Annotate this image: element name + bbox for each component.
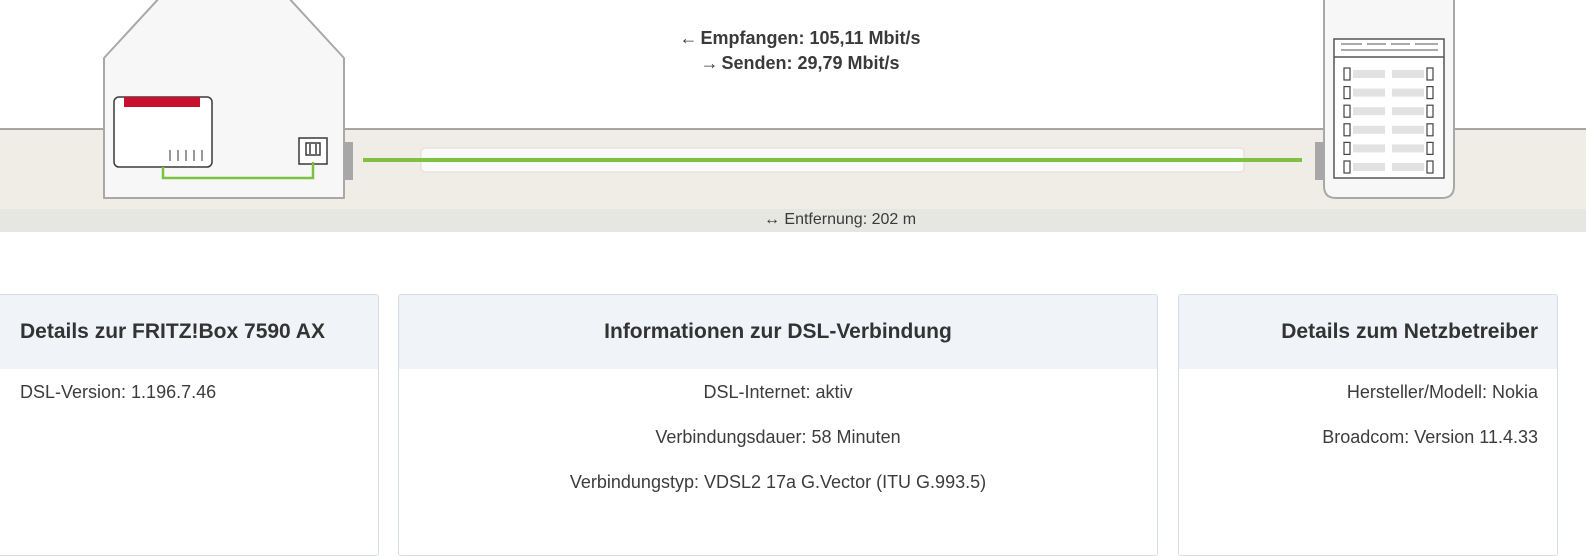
dslam-slot bbox=[1392, 163, 1424, 171]
dslam-cabinet-icon bbox=[1323, 0, 1455, 199]
dsl-version-row: DSL-Version: 1.196.7.46 bbox=[20, 382, 217, 402]
arrow-left-icon: ← bbox=[679, 28, 698, 48]
connection-duration-row: Verbindungsdauer: 58 Minuten bbox=[655, 427, 901, 447]
tae-socket-icon bbox=[298, 137, 328, 165]
dslam-slot bbox=[1353, 70, 1385, 78]
dslam-port bbox=[1343, 141, 1351, 155]
distance-label: Entfernung: 202 m bbox=[784, 211, 917, 228]
dslam-port bbox=[1426, 85, 1434, 100]
dslam-slot bbox=[1392, 88, 1424, 97]
dslam-wall-connector bbox=[1315, 142, 1324, 180]
receive-rate-label: Empfangen: 105,11 Mbit/s bbox=[700, 28, 921, 48]
fritzbox-details-card: Details zur FRITZ!Box 7590 AX DSL-Versio… bbox=[0, 294, 379, 556]
provider-details-card: Details zum Netzbetreiber Hersteller/Mod… bbox=[1178, 294, 1558, 556]
house-wall-connector bbox=[345, 142, 353, 180]
dslam-slot bbox=[1392, 70, 1424, 78]
dsl-internet-row: DSL-Internet: aktiv bbox=[703, 382, 853, 402]
dslam-slot bbox=[1353, 107, 1385, 116]
manufacturer-model-row: Hersteller/Modell: Nokia bbox=[1346, 382, 1538, 402]
connection-type-row: Verbindungstyp: VDSL2 17a G.Vector (ITU … bbox=[569, 472, 987, 492]
receive-rate: ← Empfangen: 105,11 Mbit/s bbox=[650, 28, 950, 49]
dslam-port bbox=[1343, 123, 1351, 137]
dslam-port bbox=[1426, 141, 1434, 155]
send-rate: → Senden: 29,79 Mbit/s bbox=[650, 53, 950, 74]
arrow-right-icon: → bbox=[700, 53, 719, 73]
arrow-left-right-icon: ↔ bbox=[763, 211, 785, 228]
fritzbox-router-icon bbox=[113, 96, 213, 168]
provider-details-title: Details zum Netzbetreiber bbox=[1179, 295, 1557, 369]
dslam-port bbox=[1426, 123, 1434, 137]
dslam-slot bbox=[1392, 144, 1424, 153]
dslam-slot bbox=[1353, 163, 1385, 171]
dslam-port bbox=[1343, 85, 1351, 100]
dslam-port bbox=[1343, 67, 1351, 81]
dslam-port bbox=[1343, 160, 1351, 174]
dslam-slot bbox=[1353, 144, 1385, 153]
send-rate-label: Senden: 29,79 Mbit/s bbox=[721, 53, 900, 73]
dsl-connection-card: Informationen zur DSL-Verbindung DSL-Int… bbox=[398, 294, 1158, 556]
dslam-port bbox=[1343, 104, 1351, 118]
dslam-port bbox=[1426, 67, 1434, 81]
dslam-slot bbox=[1353, 88, 1385, 97]
dsl-connection-title: Informationen zur DSL-Verbindung bbox=[399, 295, 1157, 369]
dslam-port bbox=[1426, 160, 1434, 174]
dslam-slot bbox=[1353, 125, 1385, 134]
dslam-slot bbox=[1392, 107, 1424, 116]
broadcom-version-row: Broadcom: Version 11.4.33 bbox=[1322, 427, 1538, 447]
distance: ↔ Entfernung: 202 m bbox=[700, 211, 980, 229]
dslam-port bbox=[1426, 104, 1434, 118]
dslam-slot bbox=[1392, 125, 1424, 134]
fritzbox-details-title: Details zur FRITZ!Box 7590 AX bbox=[0, 295, 378, 369]
